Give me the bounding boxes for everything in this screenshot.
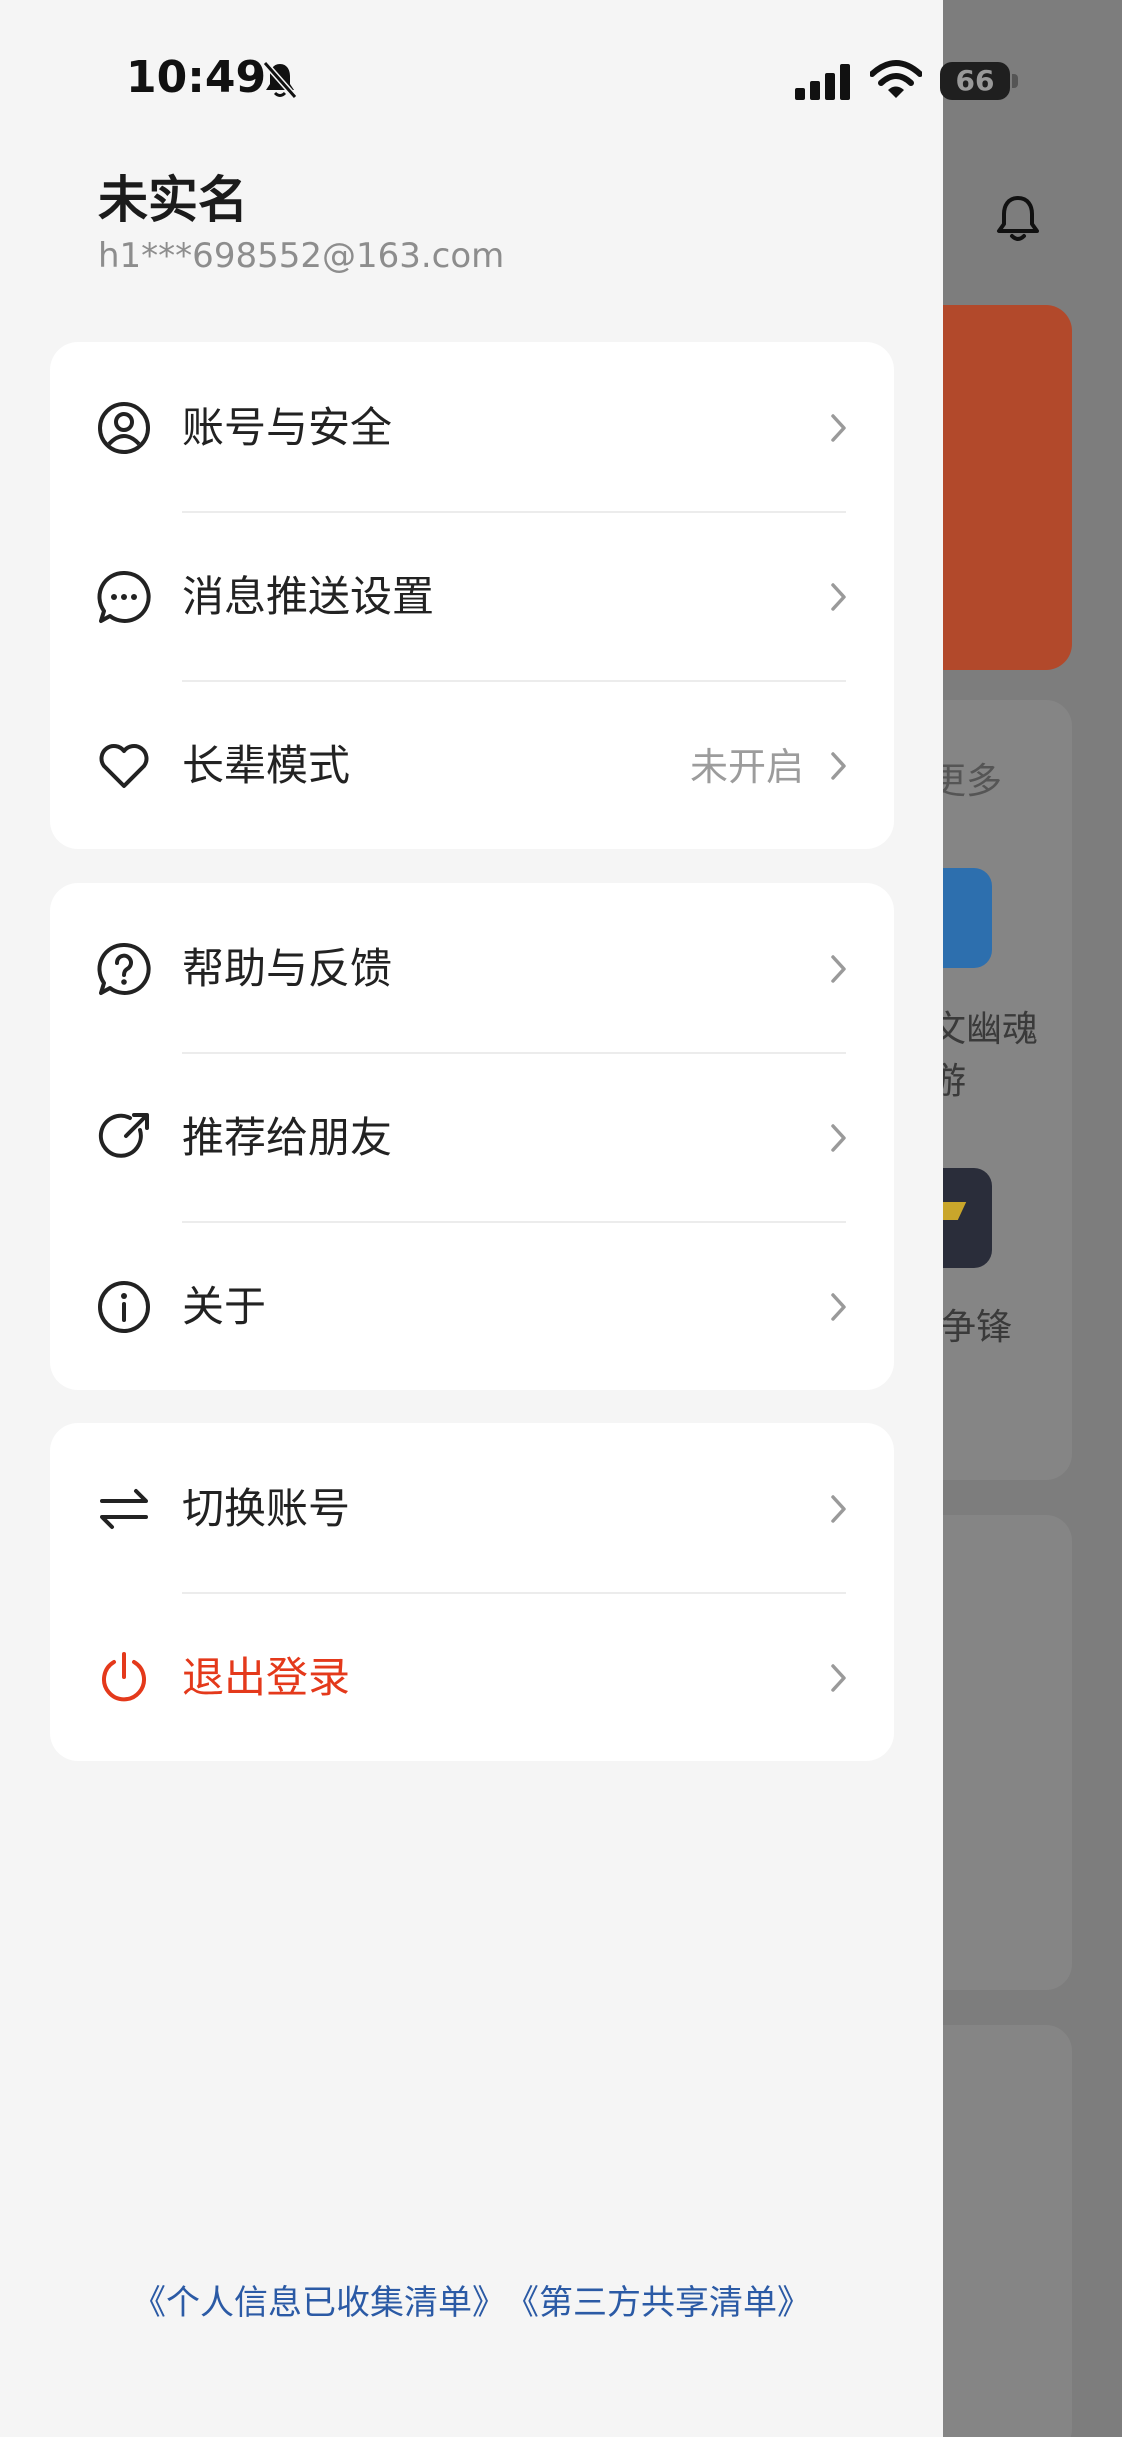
settings-group-account: 账号与安全 消息推送设置 长辈模式 未开启 (50, 342, 894, 849)
chevron-right-icon (831, 583, 846, 611)
user-name[interactable]: 未实名 (98, 160, 248, 232)
user-email: h1***698552@163.com (98, 236, 505, 276)
third-party-share-link[interactable]: 《第三方共享清单》 (522, 2283, 811, 2323)
privacy-info-link[interactable]: 《个人信息已收集清单》 (132, 2283, 506, 2323)
battery-indicator: 66 (940, 62, 1010, 100)
help-bubble-icon (97, 942, 151, 995)
menu-item-logout[interactable]: 退出登录 (50, 1592, 894, 1761)
heart-icon (99, 744, 149, 788)
menu-item-elder-mode[interactable]: 长辈模式 未开启 (50, 680, 894, 849)
user-circle-icon (98, 402, 150, 454)
side-drawer: 10:49 66 未实名 h1***698552@163.com 账号与安全 消… (0, 0, 1018, 2437)
menu-item-label: 长辈模式 (182, 741, 351, 790)
menu-item-label: 切换账号 (182, 1484, 351, 1533)
wifi-icon (870, 60, 922, 98)
menu-item-switch-account[interactable]: 切换账号 (50, 1423, 894, 1592)
menu-item-label: 帮助与反馈 (182, 944, 393, 993)
battery-tip (1012, 74, 1018, 88)
info-icon (98, 1281, 150, 1333)
menu-item-label: 账号与安全 (182, 403, 393, 452)
chevron-right-icon (831, 1124, 846, 1152)
menu-item-about[interactable]: 关于 (50, 1221, 894, 1390)
menu-item-push-settings[interactable]: 消息推送设置 (50, 511, 894, 680)
power-icon (102, 1652, 146, 1702)
menu-item-label: 推荐给朋友 (182, 1113, 393, 1162)
message-bubble-icon (97, 570, 151, 623)
chevron-right-icon (831, 955, 846, 983)
chevron-right-icon (831, 414, 846, 442)
share-icon (98, 1113, 149, 1158)
game-title: 争锋 (940, 1307, 1013, 1348)
chevron-right-icon (831, 1293, 846, 1321)
menu-item-account-security[interactable]: 账号与安全 (50, 342, 894, 511)
menu-item-label: 消息推送设置 (182, 572, 435, 621)
settings-group-session: 切换账号 退出登录 (50, 1423, 894, 1761)
status-time: 10:49 (126, 52, 267, 103)
menu-item-recommend[interactable]: 推荐给朋友 (50, 1052, 894, 1221)
elder-mode-status: 未开启 (689, 745, 804, 789)
switch-icon (100, 1489, 148, 1529)
menu-item-help-feedback[interactable]: 帮助与反馈 (50, 883, 894, 1052)
bell-icon (997, 196, 1039, 241)
legal-links: 《个人信息已收集清单》 《第三方共享清单》 (0, 2275, 943, 2324)
mute-bell-icon (262, 61, 298, 99)
logout-label: 退出登录 (182, 1653, 351, 1702)
menu-item-label: 关于 (182, 1282, 267, 1331)
settings-group-help: 帮助与反馈 推荐给朋友 关于 (50, 883, 894, 1390)
game-title: 文幽魂 (930, 1009, 1039, 1050)
chevron-right-icon (831, 752, 846, 780)
chevron-right-icon (831, 1495, 846, 1523)
chevron-right-icon (831, 1664, 846, 1692)
cellular-signal-icon (795, 64, 850, 100)
